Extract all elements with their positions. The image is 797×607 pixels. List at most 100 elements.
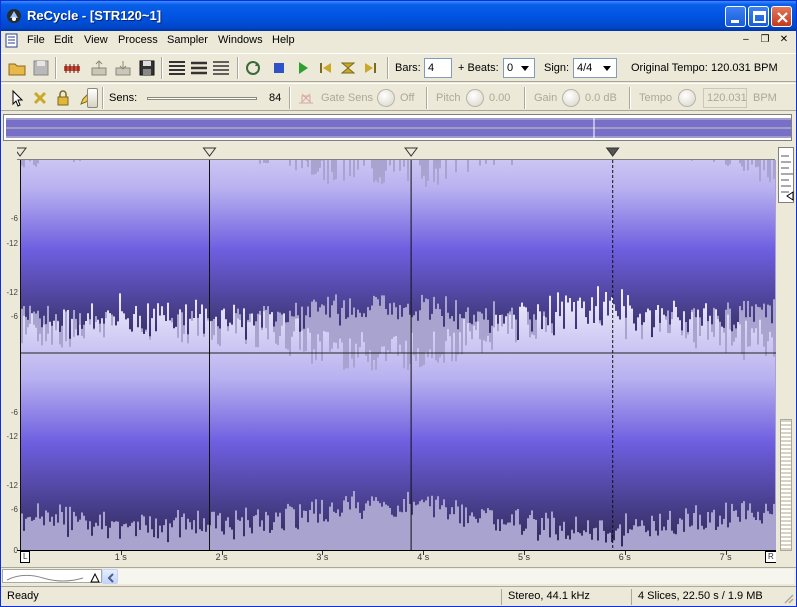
horizontal-zoom[interactable] — [2, 569, 102, 583]
original-tempo-label: Original Tempo: — [631, 62, 708, 74]
tempo-label: Tempo — [639, 92, 673, 104]
menu-view[interactable]: View — [84, 34, 108, 46]
document-icon[interactable] — [5, 33, 19, 48]
skip-back-icon[interactable] — [315, 58, 335, 78]
pitch-value: 0.00 — [489, 92, 511, 104]
menu-edit[interactable]: Edit — [54, 34, 73, 46]
status-info: 4 Slices, 22.50 s / 1.9 MB — [631, 589, 769, 605]
ruler-tick — [524, 551, 525, 555]
gate-sens-knob[interactable] — [377, 89, 395, 107]
ruler-tick — [624, 551, 626, 555]
db-label: -6 — [10, 214, 18, 223]
tempo-knob[interactable] — [678, 89, 696, 107]
separator — [426, 87, 428, 109]
silence-tool-icon[interactable] — [30, 88, 50, 108]
export-icon[interactable] — [89, 58, 109, 78]
gain-value: 0.0 dB — [585, 92, 617, 104]
zoom-curve-icon — [6, 572, 100, 583]
sens-label: Sens: — [109, 92, 138, 104]
beats-label: + Beats: — [458, 62, 499, 74]
beats-value: 0 — [507, 62, 514, 74]
menu-file[interactable]: File — [27, 34, 45, 46]
pointer-tool-icon[interactable] — [8, 88, 28, 108]
lock-tool-icon[interactable] — [53, 88, 73, 108]
tempo-input[interactable]: 120.031 — [703, 88, 747, 108]
mdi-restore-icon[interactable]: ❐ — [757, 33, 773, 47]
slice-marker[interactable] — [404, 147, 419, 157]
waveform-display[interactable] — [20, 160, 776, 554]
db-label: -12 — [6, 481, 18, 490]
waveform-channel — [20, 286, 775, 547]
right-locator[interactable]: R — [765, 551, 777, 563]
ruler-tick — [221, 551, 223, 555]
minimize-button[interactable] — [725, 6, 746, 27]
horizontal-scrollbar[interactable] — [102, 569, 794, 584]
horizontal-scroll-area — [1, 567, 796, 584]
loop-preview-icon[interactable] — [243, 58, 263, 78]
ruler-tick — [725, 551, 727, 555]
chevron-left-icon — [107, 573, 114, 583]
menu-windows[interactable]: Windows — [218, 34, 263, 46]
gate-sens-value: Off — [400, 92, 415, 104]
stop-icon[interactable] — [269, 58, 289, 78]
db-label: -6 — [10, 408, 18, 417]
chevron-down-icon[interactable] — [517, 60, 533, 76]
transmit-icon[interactable] — [113, 58, 133, 78]
loop-brackets-icon[interactable] — [338, 58, 358, 78]
signature-value: 4/4 — [577, 62, 593, 74]
scroll-left-button[interactable] — [102, 569, 118, 584]
bars-input[interactable]: 4 — [424, 58, 452, 78]
left-locator[interactable]: L — [20, 551, 31, 563]
skip-forward-icon[interactable] — [361, 58, 381, 78]
menu-help[interactable]: Help — [272, 34, 295, 46]
gate-icon[interactable] — [296, 88, 316, 108]
separator — [387, 57, 389, 79]
stereo-waveform[interactable] — [20, 160, 776, 554]
play-icon[interactable] — [293, 58, 313, 78]
slice-marker[interactable] — [202, 147, 217, 157]
ruler-tick — [322, 551, 324, 555]
beats-select[interactable]: 0 — [503, 58, 535, 78]
save-icon[interactable] — [31, 58, 51, 78]
close-button[interactable] — [771, 6, 792, 27]
chevron-down-icon[interactable] — [599, 60, 615, 76]
db-label: -12 — [6, 239, 18, 248]
time-ruler[interactable]: L R 1 s2 s3 s4 s5 s6 s7 s — [17, 550, 777, 564]
menu-sampler[interactable]: Sampler — [167, 34, 208, 46]
menu-process[interactable]: Process — [118, 34, 158, 46]
slice-marker[interactable] — [605, 147, 620, 157]
open-folder-icon[interactable] — [7, 58, 27, 78]
slice-marker-strip[interactable] — [13, 147, 775, 160]
view-mode-2-icon[interactable] — [189, 58, 209, 78]
slice-markers[interactable] — [13, 147, 775, 160]
gain-label: Gain — [534, 92, 558, 104]
mdi-minimize-icon[interactable]: – — [738, 33, 754, 47]
ruler-tick — [423, 551, 425, 555]
original-tempo-value: 120.031 BPM — [711, 62, 778, 74]
slice-marker[interactable] — [13, 147, 27, 157]
title-bar[interactable]: ReCycle - [STR120~1] — [1, 1, 796, 31]
separator — [524, 87, 526, 109]
mdi-buttons: – ❐ ✕ — [738, 33, 792, 47]
resize-grip-icon[interactable] — [782, 592, 794, 604]
view-mode-1-icon[interactable] — [167, 58, 187, 78]
status-bar: Ready Stereo, 44.1 kHz 4 Slices, 22.50 s… — [1, 586, 796, 606]
status-format: Stereo, 44.1 kHz — [501, 589, 596, 605]
pitch-knob[interactable] — [466, 89, 484, 107]
status-ready: Ready — [7, 590, 39, 602]
separator — [161, 57, 163, 79]
vertical-zoom-scale[interactable] — [778, 147, 794, 203]
signature-select[interactable]: 4/4 — [573, 58, 617, 78]
db-label: 0 — [13, 546, 18, 555]
sens-slider-thumb[interactable] — [87, 88, 99, 108]
ruler-tick — [120, 551, 122, 555]
tempo-ruler-icon[interactable] — [62, 58, 82, 78]
save-as-icon[interactable] — [137, 58, 157, 78]
mdi-close-icon[interactable]: ✕ — [776, 33, 792, 47]
zoom-level-icon — [781, 155, 794, 201]
sens-slider-track[interactable] — [147, 97, 257, 100]
gain-knob[interactable] — [562, 89, 580, 107]
waveform-overview[interactable] — [3, 114, 792, 141]
maximize-button[interactable] — [748, 6, 769, 27]
view-mode-3-icon[interactable] — [211, 58, 231, 78]
